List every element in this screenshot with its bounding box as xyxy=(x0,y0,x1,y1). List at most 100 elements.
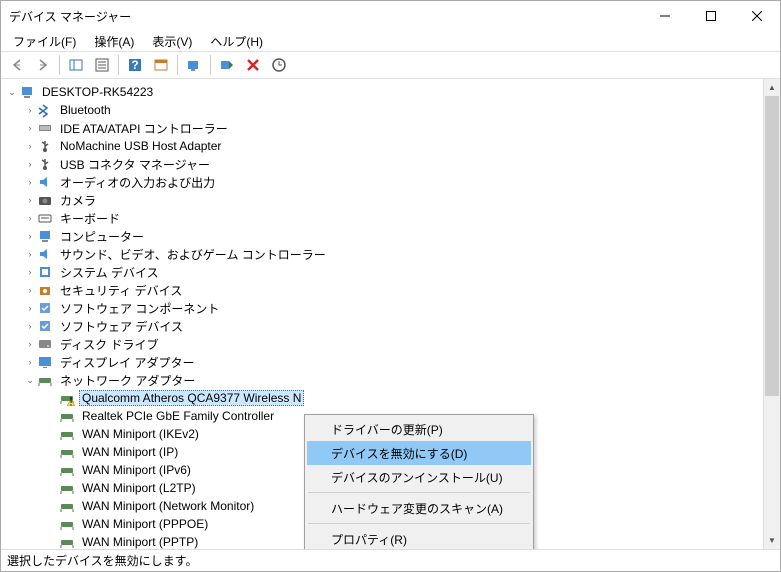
tree-device[interactable]: !Qualcomm Atheros QCA9377 Wireless N xyxy=(1,389,763,407)
network-adapter-icon xyxy=(59,426,75,442)
ctx-uninstall-device[interactable]: デバイスのアンインストール(U) xyxy=(307,465,531,489)
network-adapter-icon xyxy=(59,498,75,514)
update-driver-button[interactable] xyxy=(267,53,291,77)
close-button[interactable] xyxy=(734,1,780,31)
tree-category[interactable]: ›サウンド、ビデオ、およびゲーム コントローラー xyxy=(1,245,763,263)
tree-label: WAN Miniport (IKEv2) xyxy=(79,427,202,441)
tree-category[interactable]: ›キーボード xyxy=(1,209,763,227)
tree-label: WAN Miniport (PPPOE) xyxy=(79,517,211,531)
tree-category[interactable]: › USB コネクタ マネージャー xyxy=(1,155,763,173)
tree-label: ネットワーク アダプター xyxy=(57,372,198,389)
toolbar: ? xyxy=(1,51,780,79)
tree-category[interactable]: › コンピューター xyxy=(1,227,763,245)
tree-category[interactable]: ›IDE ATA/ATAPI コントローラー xyxy=(1,119,763,137)
toolbar-separator xyxy=(118,55,119,75)
system-icon xyxy=(37,264,53,280)
tree-category[interactable]: › ディスク ドライブ xyxy=(1,335,763,353)
tree-label: ソフトウェア コンポーネント xyxy=(57,300,222,317)
expander-icon[interactable]: › xyxy=(23,211,37,225)
scroll-down-arrow[interactable]: ▼ xyxy=(764,532,780,549)
network-adapter-icon: ! xyxy=(59,390,75,406)
tree-label: Bluetooth xyxy=(57,103,114,117)
tree-category[interactable]: › NoMachine USB Host Adapter xyxy=(1,137,763,155)
expander-icon[interactable]: › xyxy=(23,337,37,351)
ctx-disable-device[interactable]: デバイスを無効にする(D) xyxy=(307,441,531,465)
network-icon xyxy=(37,372,53,388)
context-menu: ドライバーの更新(P) デバイスを無効にする(D) デバイスのアンインストール(… xyxy=(304,414,534,549)
disk-icon xyxy=(37,336,53,352)
ctx-scan-hardware[interactable]: ハードウェア変更のスキャン(A) xyxy=(307,496,531,520)
expander-icon[interactable]: › xyxy=(23,355,37,369)
tree-category[interactable]: › カメラ xyxy=(1,191,763,209)
tree-label: Realtek PCIe GbE Family Controller xyxy=(79,409,277,423)
expander-icon[interactable]: › xyxy=(23,193,37,207)
tree-category[interactable]: › システム デバイス xyxy=(1,263,763,281)
usb-icon xyxy=(37,138,53,154)
help-button[interactable]: ? xyxy=(123,53,147,77)
minimize-button[interactable] xyxy=(642,1,688,31)
tree-category[interactable]: › オーディオの入力および出力 xyxy=(1,173,763,191)
expander-icon[interactable]: › xyxy=(23,319,37,333)
expander-icon[interactable]: › xyxy=(23,229,37,243)
tree-category[interactable]: ›セキュリティ デバイス xyxy=(1,281,763,299)
bluetooth-icon xyxy=(37,102,53,118)
expander-icon[interactable]: ⌄ xyxy=(23,373,37,387)
expander-icon[interactable]: ⌄ xyxy=(5,85,19,99)
uninstall-button[interactable] xyxy=(241,53,265,77)
forward-button[interactable] xyxy=(31,53,55,77)
show-hide-console-button[interactable] xyxy=(64,53,88,77)
expander-icon[interactable]: › xyxy=(23,265,37,279)
expander-icon[interactable]: › xyxy=(23,139,37,153)
properties-button[interactable] xyxy=(90,53,114,77)
computer-icon xyxy=(37,228,53,244)
ctx-properties[interactable]: プロパティ(R) xyxy=(307,527,531,549)
toolbar-separator xyxy=(59,55,60,75)
toolbar-separator xyxy=(177,55,178,75)
menu-help[interactable]: ヘルプ(H) xyxy=(202,31,271,52)
tree-category[interactable]: › ソフトウェア デバイス xyxy=(1,317,763,335)
audio-icon xyxy=(37,174,53,190)
menu-file[interactable]: ファイル(F) xyxy=(5,31,84,52)
expander-icon[interactable]: › xyxy=(23,175,37,189)
tree-category[interactable]: › ディスプレイ アダプター xyxy=(1,353,763,371)
ctx-separator xyxy=(308,523,530,524)
tree-label: WAN Miniport (PPTP) xyxy=(79,535,201,549)
tree-label: システム デバイス xyxy=(57,264,162,281)
back-button[interactable] xyxy=(5,53,29,77)
usb-icon xyxy=(37,156,53,172)
tree-category[interactable]: › ソフトウェア コンポーネント xyxy=(1,299,763,317)
security-icon xyxy=(37,282,53,298)
network-adapter-icon xyxy=(59,444,75,460)
menu-action[interactable]: 操作(A) xyxy=(86,31,142,52)
tree-label: WAN Miniport (IP) xyxy=(79,445,181,459)
vertical-scrollbar[interactable]: ▲ ▼ xyxy=(763,79,780,549)
tree-label: コンピューター xyxy=(57,228,147,245)
tree-label: ディスプレイ アダプター xyxy=(57,354,198,371)
tree-root[interactable]: ⌄DESKTOP-RK54223 xyxy=(1,83,763,101)
network-adapter-icon xyxy=(59,480,75,496)
tree-category[interactable]: › Bluetooth xyxy=(1,101,763,119)
menu-view[interactable]: 表示(V) xyxy=(144,31,200,52)
statusbar: 選択したデバイスを無効にします。 xyxy=(1,549,780,571)
scroll-up-arrow[interactable]: ▲ xyxy=(764,79,780,96)
tree-label: ディスク ドライブ xyxy=(57,336,162,353)
network-adapter-icon xyxy=(59,408,75,424)
tree-label: NoMachine USB Host Adapter xyxy=(57,139,224,153)
tree-category[interactable]: ⌄ ネットワーク アダプター xyxy=(1,371,763,389)
tree-label: USB コネクタ マネージャー xyxy=(57,156,213,173)
tree-label: オーディオの入力および出力 xyxy=(57,174,218,191)
action-button[interactable] xyxy=(149,53,173,77)
expander-icon[interactable]: › xyxy=(23,247,37,261)
tree-label: カメラ xyxy=(57,192,99,209)
expander-icon[interactable]: › xyxy=(23,157,37,171)
expander-icon[interactable]: › xyxy=(23,301,37,315)
scroll-thumb[interactable] xyxy=(765,96,779,396)
tree-label: ソフトウェア デバイス xyxy=(57,318,186,335)
expander-icon[interactable]: › xyxy=(23,283,37,297)
maximize-button[interactable] xyxy=(688,1,734,31)
ctx-update-driver[interactable]: ドライバーの更新(P) xyxy=(307,417,531,441)
scan-hardware-button[interactable] xyxy=(182,53,206,77)
enable-button[interactable] xyxy=(215,53,239,77)
expander-icon[interactable]: › xyxy=(23,103,37,117)
expander-icon[interactable]: › xyxy=(23,121,37,135)
